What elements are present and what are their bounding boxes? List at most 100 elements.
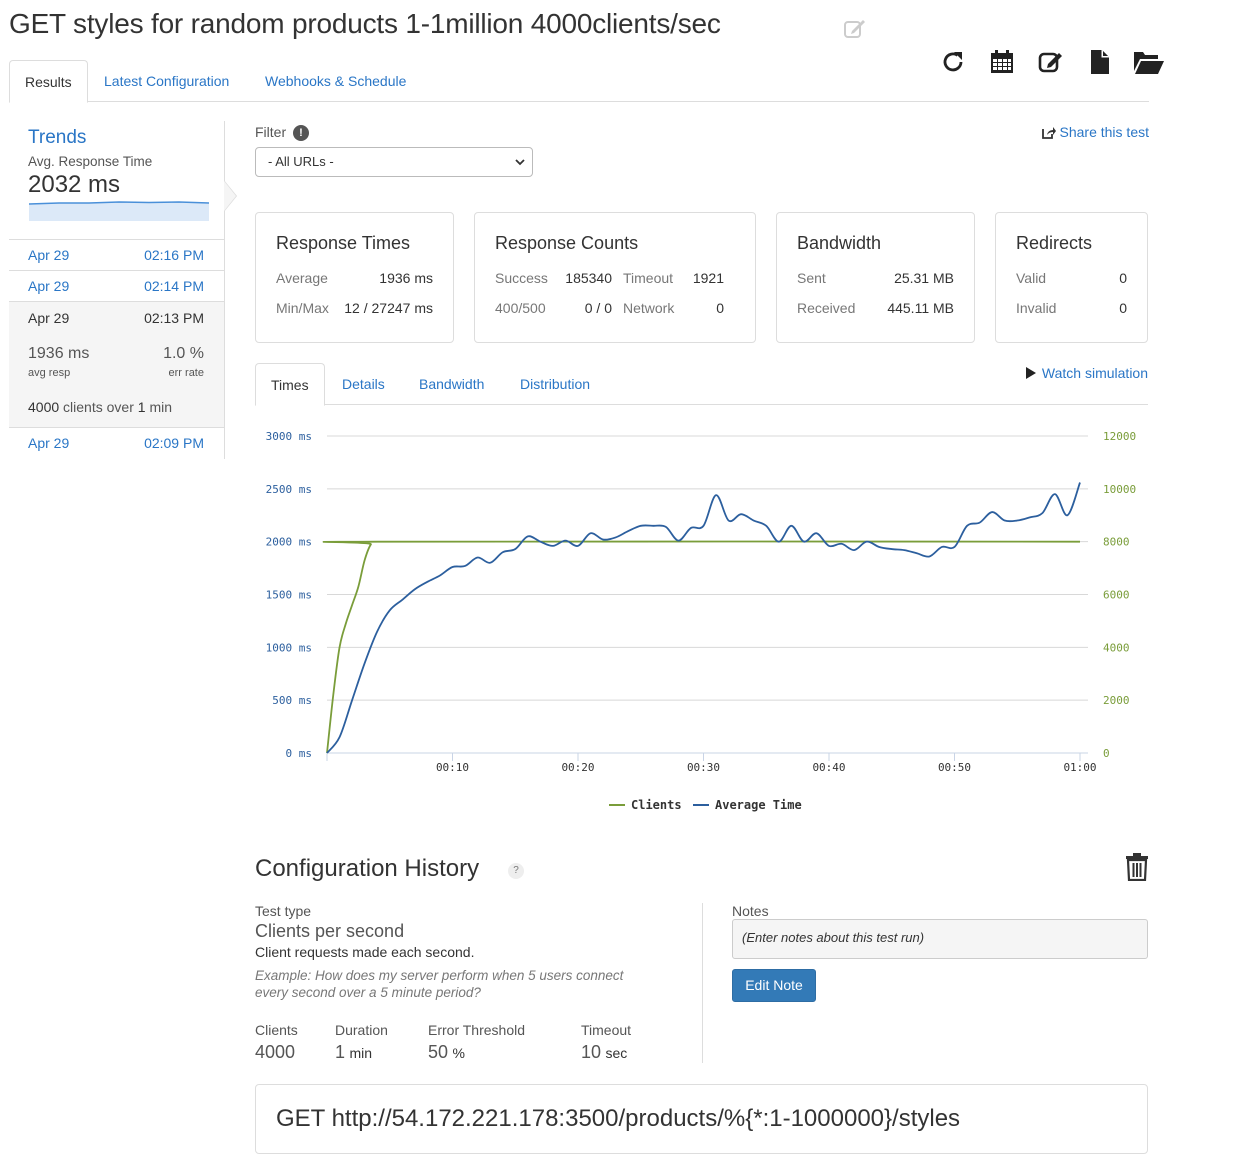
invalid-label: Invalid [1016, 300, 1057, 316]
info-icon[interactable]: ! [293, 125, 310, 141]
tab-bandwidth[interactable]: Bandwidth [404, 363, 499, 405]
error-threshold-value: 50 % [428, 1042, 465, 1063]
chart-tabs: Times Details Bandwidth Distribution [255, 363, 1148, 406]
notes-label: Notes [732, 903, 769, 919]
chevron-down-icon [515, 159, 525, 166]
sent-value: 25.31 MB [894, 270, 954, 286]
url-filter-select[interactable]: - All URLs - [255, 147, 533, 177]
average-label: Average [276, 270, 328, 286]
duration-value: 1 min [335, 1042, 372, 1063]
response-counts-panel: Response Counts Success 185340 Timeout 1… [474, 212, 756, 343]
run-err-rate-label: err rate [168, 367, 204, 379]
run-summary: 4000 clients over 1 min [28, 399, 172, 415]
trends-title[interactable]: Trends [28, 127, 86, 149]
duration-number: 1 [335, 1042, 346, 1062]
run-item[interactable]: Apr 29 02:16 PM [9, 239, 224, 270]
test-type-value: Clients per second [255, 921, 405, 941]
y-right-tick-label: 4000 [1103, 641, 1130, 654]
y-right-tick-label: 12000 [1103, 430, 1136, 443]
test-type-label: Test type [255, 903, 312, 919]
response-times-panel: Response Times Average 1936 ms Min/Max 1… [255, 212, 454, 343]
valid-label: Valid [1016, 270, 1047, 286]
duration-unit: min [349, 1045, 373, 1061]
success-value: 185340 [565, 270, 612, 286]
share-label: Share this test [1059, 124, 1150, 140]
test-type-description: Client requests made each second. [255, 944, 475, 960]
x-tick-label: 01:00 [1063, 761, 1096, 774]
run-time: 02:14 PM [144, 278, 204, 294]
y-right-tick-label: 10000 [1103, 483, 1136, 496]
network-label: Network [623, 300, 675, 316]
trash-icon[interactable] [1125, 853, 1149, 886]
x-tick-label: 00:20 [561, 761, 594, 774]
run-date: Apr 29 [28, 435, 70, 451]
notes-field[interactable]: (Enter notes about this test run) [732, 919, 1148, 959]
run-time: 02:13 PM [144, 310, 204, 326]
trends-sparkline [29, 201, 209, 221]
minmax-value: 12 / 27247 ms [344, 300, 433, 316]
tab-latest-configuration[interactable]: Latest Configuration [89, 60, 244, 102]
errors-value: 0 / 0 [584, 300, 612, 316]
response-time-chart: 0 ms 0 500 ms 2000 1000 ms 4000 1500 ms 6000 200… [266, 430, 1136, 812]
received-value: 445.11 MB [887, 300, 954, 316]
valid-value: 0 [1119, 270, 1127, 286]
duration-label: Duration [335, 1022, 388, 1038]
y-right-tick-label: 8000 [1103, 536, 1130, 549]
run-item-active[interactable]: Apr 29 02:13 PM 1936 ms avg resp 1.0 % e… [9, 301, 224, 427]
active-run-pointer-fill [224, 181, 236, 211]
tab-distribution[interactable]: Distribution [505, 363, 605, 405]
timeout-config-value: 10 sec [581, 1042, 627, 1063]
y-left-tick-label: 2500 ms [266, 483, 312, 496]
panel-title: Response Times [276, 233, 411, 253]
run-clients-over: clients over [63, 399, 134, 415]
play-icon [1025, 367, 1036, 379]
watch-simulation-link[interactable]: Watch simulation [1025, 365, 1148, 381]
x-tick-label: 00:30 [687, 761, 720, 774]
request-line: GET http://54.172.221.178:3500/products/… [276, 1105, 961, 1132]
timeout-number: 10 [581, 1042, 602, 1062]
network-value: 0 [716, 300, 724, 316]
run-item[interactable]: Apr 29 02:14 PM [9, 270, 224, 301]
bandwidth-panel: Bandwidth Sent 25.31 MB Received 445.11 … [776, 212, 975, 343]
errors-label: 400/500 [495, 300, 546, 316]
y-left-tick-label: 500 ms [272, 694, 312, 707]
sent-label: Sent [797, 270, 826, 286]
configuration-history-title: Configuration History [255, 855, 480, 882]
share-test-link[interactable]: Share this test [1041, 124, 1150, 140]
trends-value: 2032 ms [28, 171, 121, 198]
clients-label: Clients [255, 1022, 298, 1038]
series-line-average-time [326, 482, 1081, 754]
tab-results[interactable]: Results [9, 60, 88, 103]
edit-note-button[interactable]: Edit Note [732, 969, 816, 1002]
panel-title: Redirects [1016, 233, 1093, 253]
timeout-label: Timeout [623, 270, 674, 286]
timeout-unit: sec [605, 1045, 628, 1061]
tab-details[interactable]: Details [327, 363, 400, 405]
filter-selected-value: - All URLs - [268, 154, 334, 169]
redirects-panel: Redirects Valid 0 Invalid 0 [995, 212, 1148, 343]
y-left-tick-label: 3000 ms [266, 430, 312, 443]
test-type-example: Example: How does my server perform when… [255, 968, 624, 1000]
filter-label-text: Filter [255, 124, 287, 140]
timeout-config-label: Timeout [581, 1022, 632, 1038]
watch-label: Watch simulation [1041, 365, 1148, 381]
legend-label-clients: Clients [631, 798, 682, 812]
run-avg-resp-label: avg resp [28, 367, 71, 379]
sidebar: Trends Avg. Response Time 2032 ms Apr 29… [9, 121, 225, 459]
success-label: Success [495, 270, 548, 286]
y-left-tick-label: 1000 ms [266, 641, 312, 654]
tab-webhooks-schedule[interactable]: Webhooks & Schedule [250, 60, 421, 102]
run-time: 02:16 PM [144, 247, 204, 263]
request-url-box: GET http://54.172.221.178:3500/products/… [255, 1084, 1148, 1154]
y-right-tick-label: 6000 [1103, 589, 1130, 602]
trends-subtitle: Avg. Response Time [28, 154, 153, 169]
minmax-label: Min/Max [276, 300, 329, 316]
tab-times[interactable]: Times [255, 363, 325, 406]
edit-title-icon[interactable] [843, 17, 867, 41]
x-tick-label: 00:40 [812, 761, 845, 774]
y-right-tick-label: 2000 [1103, 694, 1130, 707]
run-err-rate: 1.0 % [163, 345, 204, 362]
help-icon[interactable]: ? [508, 863, 524, 879]
run-item[interactable]: Apr 29 02:09 PM [9, 427, 224, 458]
run-duration-unit: min [149, 399, 172, 415]
